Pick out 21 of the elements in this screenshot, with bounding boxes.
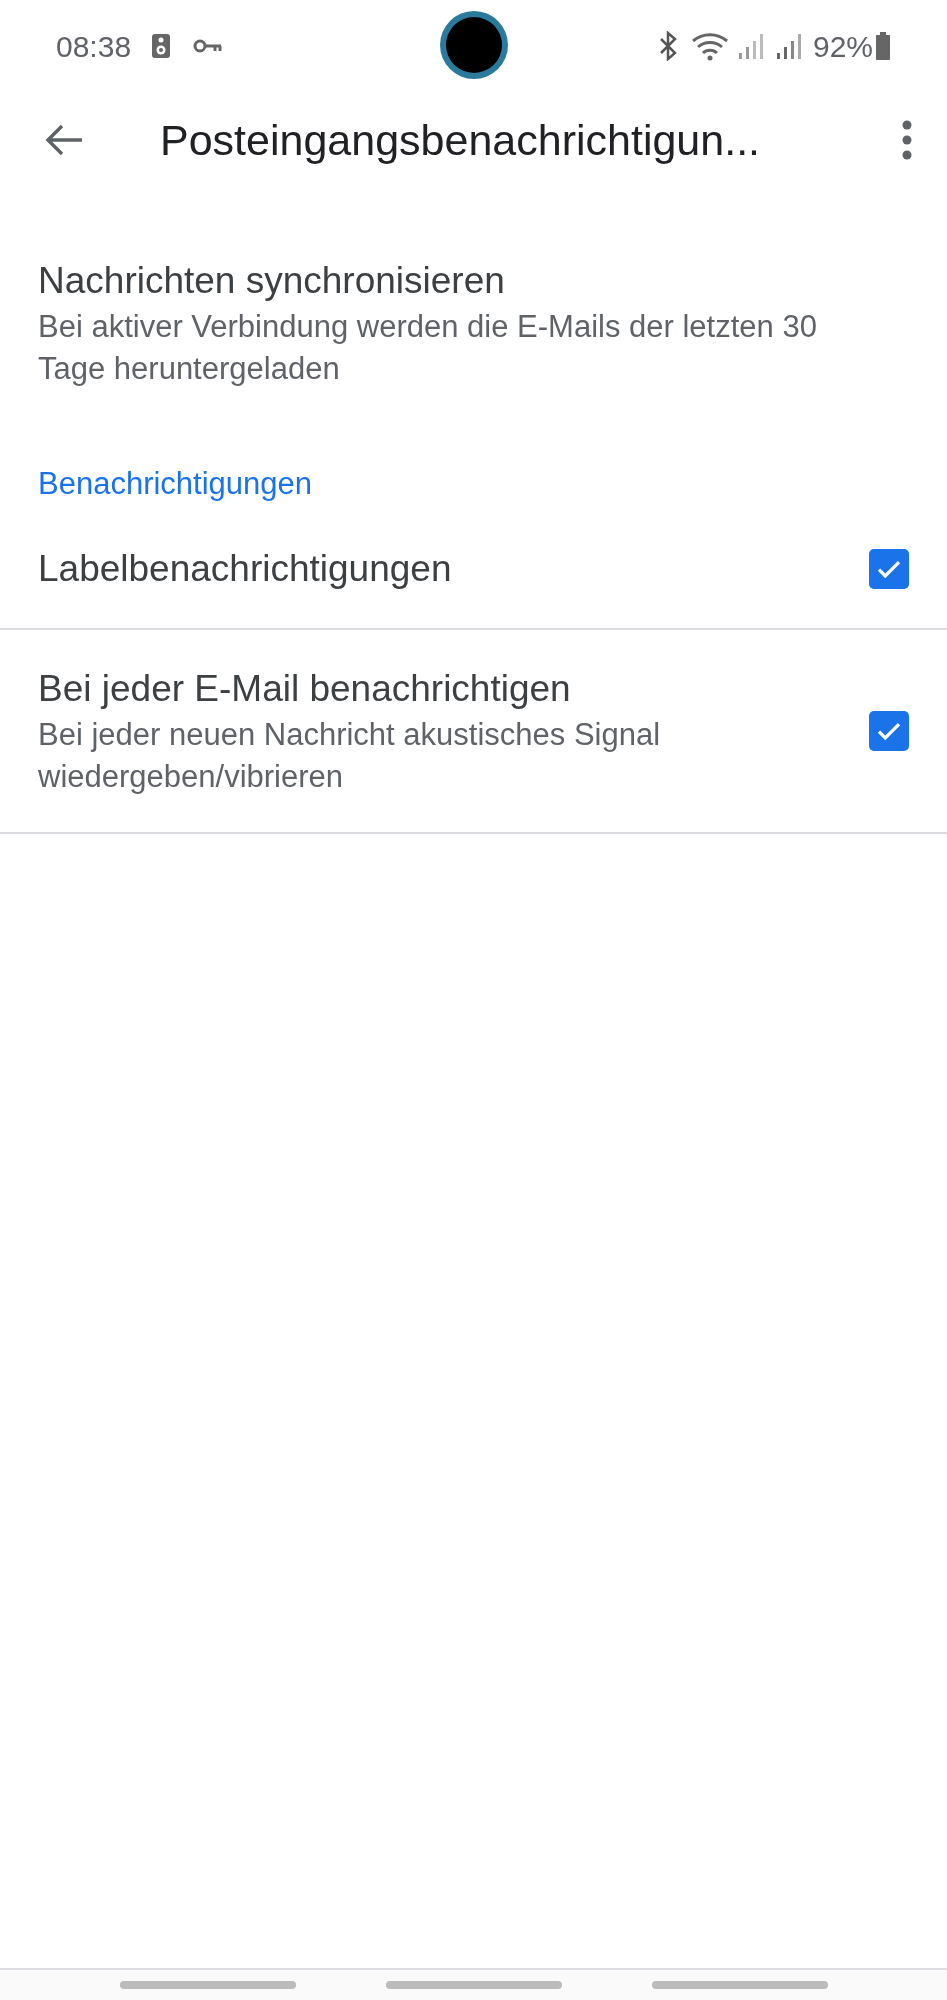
battery-percentage: 92% [812, 28, 873, 65]
checkbox[interactable] [869, 711, 909, 751]
page-title: Posteingangsbenachrichtigun... [160, 115, 761, 164]
setting-title: Labelbenachrichtigungen [38, 547, 453, 591]
setting-description: Bei jeder neuen Nachricht akustisches Signal wiedergeben/vibrieren [38, 716, 662, 796]
status-time: 08:38 [56, 28, 132, 65]
checkbox[interactable] [869, 549, 909, 589]
camera-cutout-icon [437, 8, 511, 82]
battery-icon [875, 32, 891, 60]
key-icon [193, 38, 224, 54]
nav-handle[interactable] [385, 1981, 562, 1989]
setting-title: Nachrichten synchronisieren [38, 259, 506, 303]
nav-handle[interactable] [119, 1981, 296, 1989]
settings-row[interactable]: Nachrichten synchronisieren Bei aktiver Verbindung werden die E-Mails der letzten 30 Tage heruntergeladen [0, 234, 947, 446]
settings-row[interactable]: Labelbenachrichtigungen [0, 510, 947, 630]
setting-description: Bei aktiver Verbindung werden die E-Mails der letzten 30 Tage heruntergeladen [38, 308, 818, 388]
settings-row[interactable]: Bei jeder E-Mail benachrichtigen Bei jeder neuen Nachricht akustisches Signal wiedergeben/vibrieren [0, 630, 947, 834]
nav-handle[interactable] [651, 1981, 828, 1989]
speaker-icon [151, 33, 172, 59]
setting-title: Bei jeder E-Mail benachrichtigen [38, 667, 572, 711]
section-header: Benachrichtigungen [38, 466, 313, 501]
